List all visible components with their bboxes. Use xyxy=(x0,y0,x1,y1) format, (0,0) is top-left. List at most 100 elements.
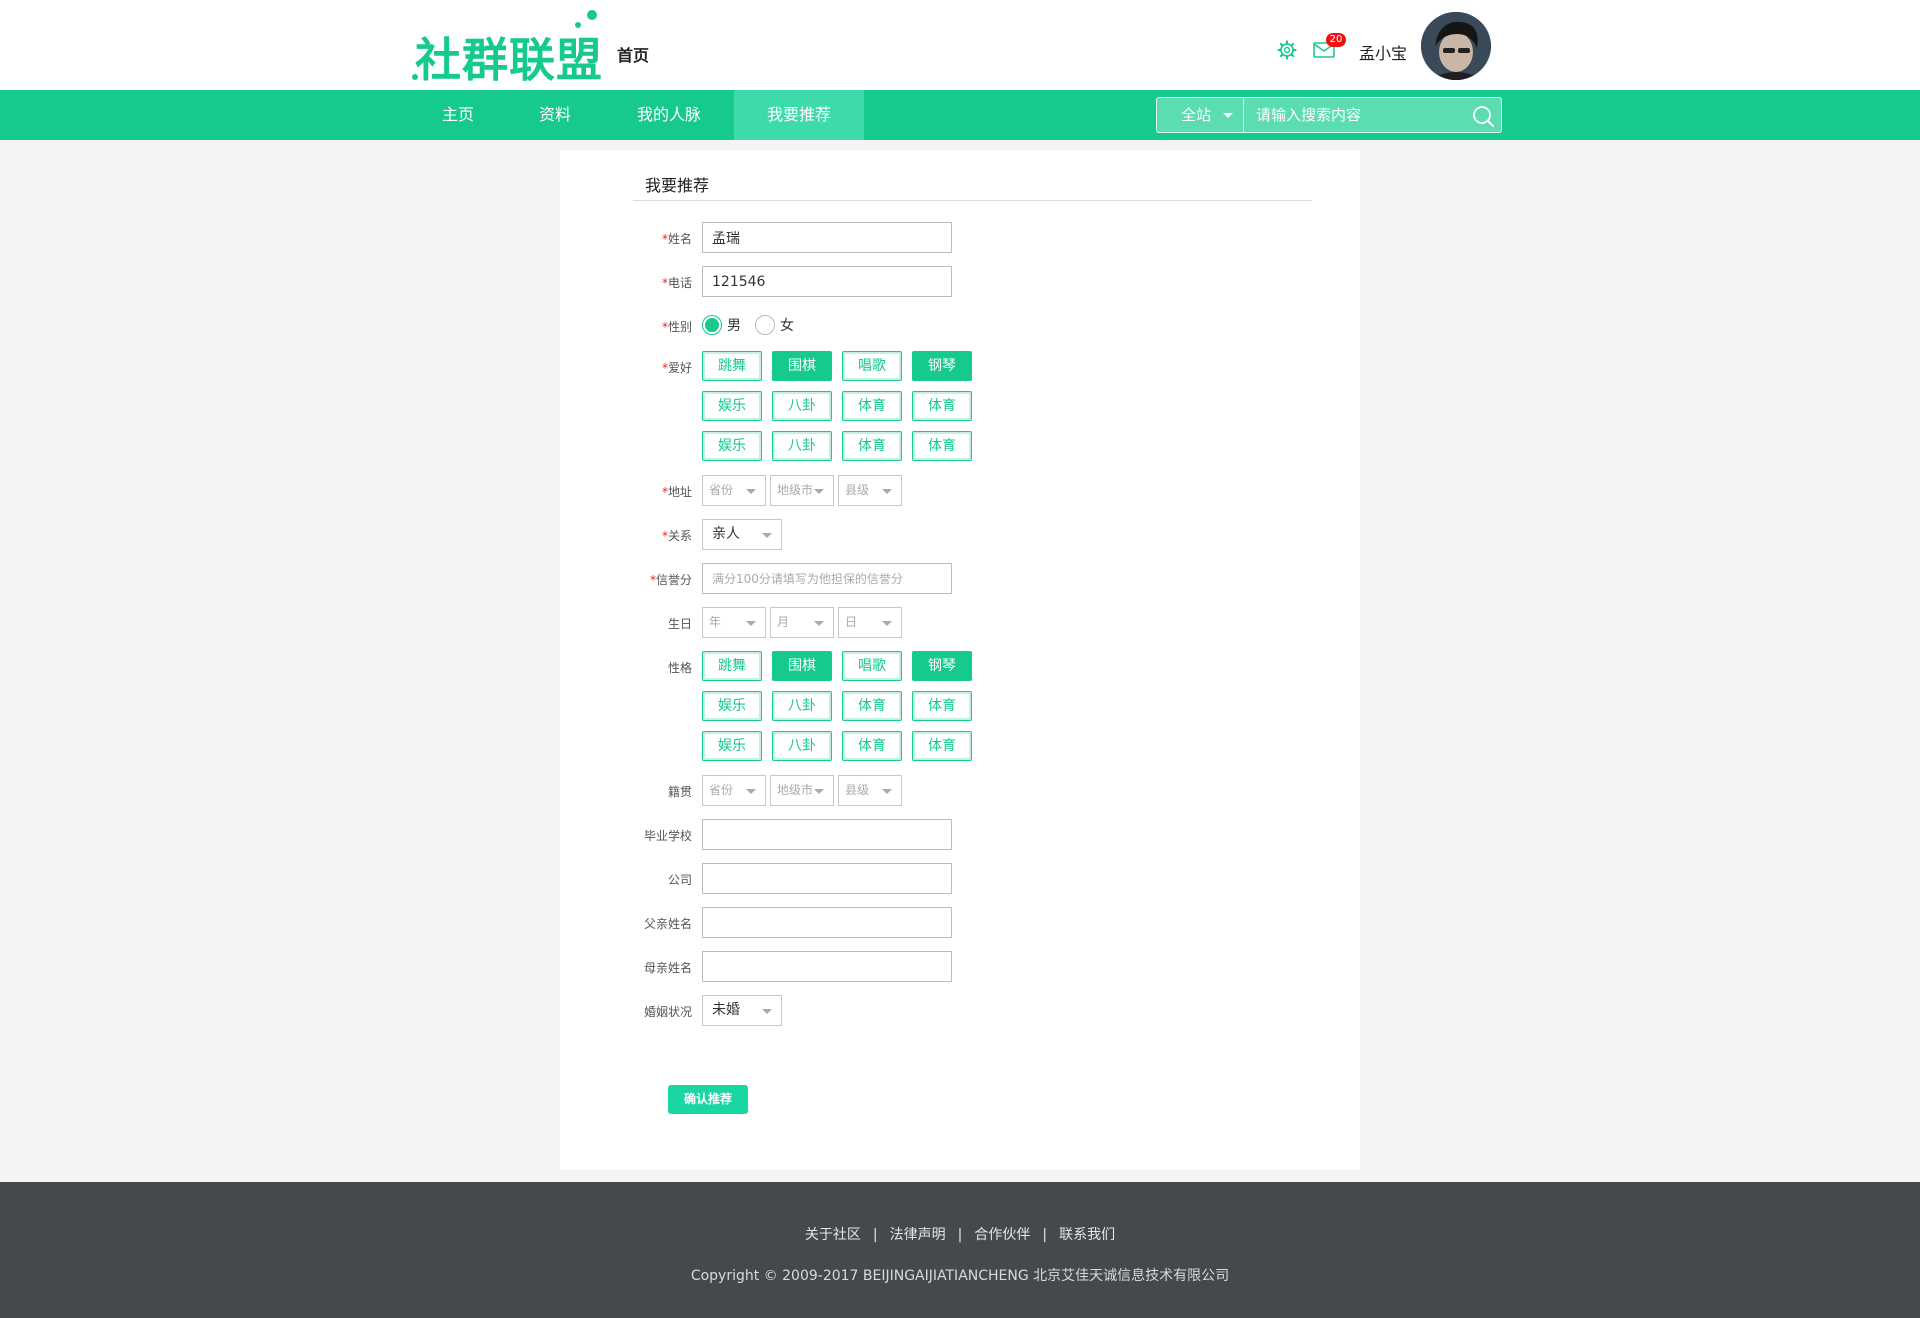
relation-label: *关系 xyxy=(661,529,692,543)
address-county-select[interactable]: 县级 xyxy=(838,475,902,506)
top-header: 社群联盟 首页 20 孟小宝 xyxy=(0,0,1920,90)
father-name-input[interactable] xyxy=(702,907,952,938)
birthday-day-select[interactable]: 日 xyxy=(838,607,902,638)
hobby-tag[interactable]: 围棋 xyxy=(772,351,832,381)
footer-link-about[interactable]: 关于社区 xyxy=(805,1227,861,1243)
mother-name-input[interactable] xyxy=(702,951,952,982)
credit-input[interactable] xyxy=(702,563,952,594)
copyright-text: Copyright © 2009-2017 BEIJINGAIJIATIANCH… xyxy=(690,1268,1230,1284)
marital-status-select[interactable]: 未婚 xyxy=(702,995,782,1026)
search-icon[interactable] xyxy=(1471,104,1495,128)
footer-link-partners[interactable]: 合作伙伴 xyxy=(974,1227,1030,1243)
footer-links: 关于社区 | 法律声明 | 合作伙伴 | 联系我们 xyxy=(0,1224,1920,1244)
credit-label: *信誉分 xyxy=(649,573,692,587)
birthday-label: 生日 xyxy=(667,617,692,631)
confirm-recommend-button[interactable]: 确认推荐 xyxy=(668,1085,748,1114)
name-input[interactable] xyxy=(702,222,952,253)
site-logo[interactable]: 社群联盟 xyxy=(412,10,602,87)
father-name-label: 父亲姓名 xyxy=(643,917,692,931)
native-province-select[interactable]: 省份 xyxy=(702,775,766,806)
address-city-select[interactable]: 地级市 xyxy=(770,475,834,506)
recommend-form-card: 我要推荐 *姓名 *电话 *性别 男 女 *爱好 跳舞 围棋 唱歌 钢琴 娱乐 … xyxy=(560,150,1360,1170)
chevron-down-icon xyxy=(814,621,824,626)
personality-label: 性格 xyxy=(667,661,692,675)
native-city-select[interactable]: 地级市 xyxy=(770,775,834,806)
chevron-down-icon xyxy=(746,489,756,494)
personality-tag[interactable]: 围棋 xyxy=(772,651,832,681)
company-label: 公司 xyxy=(667,873,692,887)
main-nav-bar: 主页 资料 我的人脉 我要推荐 全站 xyxy=(0,90,1920,140)
search-scope-dropdown[interactable]: 全站 xyxy=(1157,98,1244,132)
company-input[interactable] xyxy=(702,863,952,894)
settings-gear-icon[interactable] xyxy=(1277,40,1297,60)
relation-select[interactable]: 亲人 xyxy=(702,519,782,550)
nav-tab-recommend[interactable]: 我要推荐 xyxy=(734,90,864,140)
form-title: 我要推荐 xyxy=(645,176,710,195)
personality-tag[interactable]: 八卦 xyxy=(772,731,832,761)
username[interactable]: 孟小宝 xyxy=(1359,40,1407,64)
personality-tag[interactable]: 娱乐 xyxy=(702,691,762,721)
footer-link-contact[interactable]: 联系我们 xyxy=(1059,1227,1115,1243)
hobby-tag[interactable]: 体育 xyxy=(842,431,902,461)
name-label: *姓名 xyxy=(661,232,692,246)
nav-tab-home[interactable]: 主页 xyxy=(424,90,492,140)
gender-label: *性别 xyxy=(661,320,692,334)
personality-tag[interactable]: 唱歌 xyxy=(842,651,902,681)
hobby-tag[interactable]: 跳舞 xyxy=(702,351,762,381)
footer-separator: | xyxy=(957,1227,963,1243)
nav-tab-connections[interactable]: 我的人脉 xyxy=(620,90,718,140)
user-avatar[interactable] xyxy=(1421,12,1491,80)
nav-tab-profile[interactable]: 资料 xyxy=(521,90,589,140)
hobby-tag[interactable]: 八卦 xyxy=(772,391,832,421)
gender-male-radio[interactable]: 男 xyxy=(702,315,741,335)
hobby-tag[interactable]: 唱歌 xyxy=(842,351,902,381)
personality-tag[interactable]: 娱乐 xyxy=(702,731,762,761)
footer-separator: | xyxy=(1042,1227,1048,1243)
chevron-down-icon xyxy=(1223,113,1233,118)
personality-tag[interactable]: 体育 xyxy=(842,691,902,721)
personality-tag[interactable]: 跳舞 xyxy=(702,651,762,681)
hobby-tag[interactable]: 娱乐 xyxy=(702,431,762,461)
home-link[interactable]: 首页 xyxy=(617,42,649,66)
chevron-down-icon xyxy=(762,1009,772,1014)
personality-tag[interactable]: 钢琴 xyxy=(912,651,972,681)
hobby-tag[interactable]: 八卦 xyxy=(772,431,832,461)
chevron-down-icon xyxy=(882,621,892,626)
birthday-year-select[interactable]: 年 xyxy=(702,607,766,638)
school-input[interactable] xyxy=(702,819,952,850)
hobby-tag[interactable]: 体育 xyxy=(912,431,972,461)
footer-separator: | xyxy=(872,1227,878,1243)
chevron-down-icon xyxy=(746,621,756,626)
search-box: 全站 xyxy=(1156,97,1502,133)
radio-checked-icon xyxy=(702,315,722,335)
birthday-month-select[interactable]: 月 xyxy=(770,607,834,638)
hobby-tag[interactable]: 体育 xyxy=(912,391,972,421)
address-province-select[interactable]: 省份 xyxy=(702,475,766,506)
phone-label: *电话 xyxy=(661,276,692,290)
chevron-down-icon xyxy=(814,489,824,494)
search-scope-label: 全站 xyxy=(1181,106,1212,124)
personality-tag[interactable]: 体育 xyxy=(912,731,972,761)
hobby-label: *爱好 xyxy=(661,361,692,375)
notification-count-badge: 20 xyxy=(1326,33,1346,47)
hobby-tag[interactable]: 娱乐 xyxy=(702,391,762,421)
search-input[interactable] xyxy=(1245,98,1465,132)
marital-status-label: 婚姻状况 xyxy=(643,1005,692,1019)
chevron-down-icon xyxy=(814,789,824,794)
chevron-down-icon xyxy=(882,489,892,494)
chevron-down-icon xyxy=(882,789,892,794)
personality-tag[interactable]: 体育 xyxy=(912,691,972,721)
address-label: *地址 xyxy=(661,485,692,499)
native-county-select[interactable]: 县级 xyxy=(838,775,902,806)
native-place-label: 籍贯 xyxy=(667,785,692,799)
phone-input[interactable] xyxy=(702,266,952,297)
chevron-down-icon xyxy=(746,789,756,794)
personality-tag[interactable]: 八卦 xyxy=(772,691,832,721)
personality-tag[interactable]: 体育 xyxy=(842,731,902,761)
gender-female-radio[interactable]: 女 xyxy=(755,315,794,335)
hobby-tag[interactable]: 钢琴 xyxy=(912,351,972,381)
logo-dot xyxy=(587,10,597,20)
hobby-tag[interactable]: 体育 xyxy=(842,391,902,421)
logo-text: 社群联盟 xyxy=(415,33,603,87)
footer-link-legal[interactable]: 法律声明 xyxy=(890,1227,946,1243)
